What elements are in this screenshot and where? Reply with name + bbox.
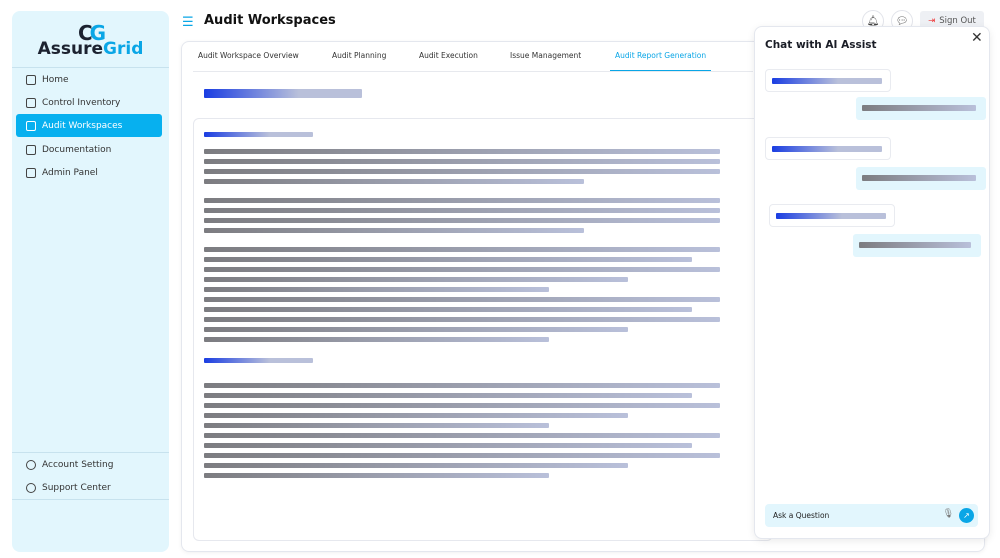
help-icon (26, 482, 36, 493)
text-line-placeholder (204, 317, 720, 322)
document-icon (26, 144, 36, 155)
clipboard-icon (26, 120, 36, 131)
send-button[interactable]: ↗ (959, 508, 974, 523)
tab-divider (193, 71, 753, 72)
text-line-placeholder (204, 149, 720, 154)
user-message-bubble (856, 97, 986, 120)
user-message-bubble (853, 234, 981, 257)
user-message-bubble (856, 167, 986, 190)
text-line-placeholder (204, 453, 720, 458)
sidebar-item-label: Home (42, 74, 69, 85)
ai-message-bubble (765, 69, 891, 92)
ai-message-bubble (765, 137, 891, 160)
brand-b: Grid (103, 39, 144, 59)
box-icon (26, 97, 36, 108)
text-line-placeholder (204, 403, 720, 408)
chat-title: Chat with AI Assist (765, 39, 877, 51)
sidebar-item-label: Control Inventory (42, 97, 121, 108)
sign-out-label: Sign Out (939, 16, 976, 26)
sidebar: CG AssureGrid Home Control Inventory Audit… (12, 11, 169, 552)
text-line-placeholder (204, 433, 720, 438)
message-text-placeholder (772, 78, 882, 84)
brand-name: AssureGrid (12, 39, 169, 59)
microphone-icon[interactable]: 🎙︎ (943, 509, 954, 519)
message-text-placeholder (776, 213, 886, 219)
message-text-placeholder (862, 105, 976, 111)
user-icon (26, 167, 36, 178)
ai-message-bubble (769, 204, 895, 227)
tab-issue-management[interactable]: Issue Management (510, 51, 581, 71)
text-line-placeholder (204, 159, 720, 164)
message-text-placeholder (862, 175, 976, 181)
text-line-placeholder (204, 443, 692, 448)
text-line-placeholder (204, 169, 720, 174)
sidebar-item-control-inventory[interactable]: Control Inventory (16, 91, 162, 114)
brand-a: Assure (37, 39, 104, 59)
sidebar-item-audit-workspaces[interactable]: Audit Workspaces (16, 114, 162, 137)
text-line-placeholder (204, 297, 720, 302)
sidebar-item-label: Account Setting (42, 459, 114, 470)
text-line-placeholder (204, 393, 692, 398)
collapse-menu-icon[interactable]: ☰ (182, 15, 194, 30)
home-icon (26, 74, 36, 85)
sign-out-icon: ⇥ (928, 16, 936, 26)
sidebar-item-support-center[interactable]: Support Center (16, 476, 162, 499)
text-line-placeholder (204, 423, 549, 428)
sidebar-item-admin-panel[interactable]: Admin Panel (16, 161, 162, 184)
sidebar-item-label: Audit Workspaces (42, 120, 123, 131)
message-text-placeholder (772, 146, 882, 152)
users-icon (26, 459, 36, 470)
text-line-placeholder (204, 198, 720, 203)
text-line-placeholder (204, 413, 628, 418)
divider (12, 499, 169, 500)
sidebar-item-label: Documentation (42, 144, 112, 155)
report-title-placeholder (204, 89, 362, 98)
chat-panel: Chat with AI Assist ✕ Ask a Question 🎙︎ … (754, 26, 990, 539)
text-line-placeholder (204, 228, 584, 233)
tab-audit-execution[interactable]: Audit Execution (419, 51, 478, 71)
text-line-placeholder (204, 327, 628, 332)
tab-audit-report-generation[interactable]: Audit Report Generation (610, 51, 712, 71)
text-line-placeholder (204, 337, 549, 342)
message-text-placeholder (859, 242, 971, 248)
text-line-placeholder (204, 218, 720, 223)
text-line-placeholder (204, 358, 313, 363)
text-line-placeholder (204, 257, 692, 262)
text-line-placeholder (204, 247, 720, 252)
tab-audit-workspace-overview[interactable]: Audit Workspace Overview (198, 51, 299, 71)
text-line-placeholder (204, 132, 313, 137)
text-line-placeholder (204, 463, 628, 468)
text-line-placeholder (204, 179, 584, 184)
ask-question-input[interactable]: Ask a Question 🎙︎ ↗ (765, 504, 978, 527)
text-line-placeholder (204, 277, 628, 282)
ask-placeholder: Ask a Question (773, 511, 830, 520)
sidebar-item-label: Admin Panel (42, 167, 98, 178)
sidebar-item-label: Support Center (42, 482, 111, 493)
sidebar-item-documentation[interactable]: Documentation (16, 138, 162, 161)
close-icon[interactable]: ✕ (971, 30, 983, 46)
text-line-placeholder (204, 383, 720, 388)
page-title: Audit Workspaces (204, 13, 336, 28)
text-line-placeholder (204, 473, 549, 478)
tab-audit-planning[interactable]: Audit Planning (332, 51, 386, 71)
text-line-placeholder (204, 307, 692, 312)
text-line-placeholder (204, 267, 720, 272)
sidebar-item-account-setting[interactable]: Account Setting (16, 453, 162, 476)
sidebar-item-home[interactable]: Home (16, 68, 162, 91)
text-line-placeholder (204, 287, 549, 292)
text-line-placeholder (204, 208, 720, 213)
